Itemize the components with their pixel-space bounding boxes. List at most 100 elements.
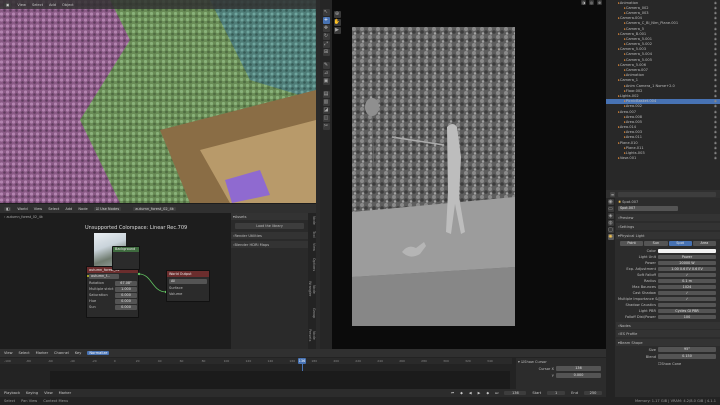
tab-group[interactable]: Group	[308, 305, 316, 321]
visibility-icon[interactable]: ◉	[714, 47, 720, 51]
show-cursor-row[interactable]: ▾ ☑ Show Cursor	[516, 358, 606, 365]
overlay-icon[interactable]: ◎	[589, 0, 594, 5]
show-cone-row[interactable]: ☐ Show Cone	[616, 360, 720, 367]
property-value[interactable]: 20000 W	[658, 260, 716, 266]
tab-node[interactable]: Node	[308, 213, 316, 228]
scene-tab-icon[interactable]: ◈	[607, 213, 614, 219]
visibility-icon[interactable]: ◉	[714, 84, 720, 88]
inset-tool-icon[interactable]: ▥	[322, 99, 330, 106]
visibility-icon[interactable]: ◉	[714, 120, 720, 124]
property-value[interactable]: 1.00 0.6 EV 0.6 EV	[658, 266, 716, 272]
jump-start-icon[interactable]: ⏮	[451, 391, 454, 395]
light-type-point[interactable]: Point	[620, 241, 644, 246]
background-node[interactable]: Background	[112, 246, 140, 270]
transform-tool-icon[interactable]: ⊞	[322, 49, 330, 56]
visibility-icon[interactable]: ◉	[714, 52, 720, 56]
world-selector[interactable]: autumn_forest_02_4k	[133, 206, 176, 211]
zoom-icon[interactable]: ⊕	[333, 11, 341, 18]
visibility-icon[interactable]: ◉	[714, 63, 720, 67]
pan-icon[interactable]: ✋	[333, 19, 341, 26]
section-ies[interactable]: › IES Profile	[616, 330, 720, 337]
world-tab-icon[interactable]: ◍	[607, 220, 614, 226]
menu-key[interactable]: Key	[75, 351, 82, 355]
play-reverse-icon[interactable]: ◀	[469, 391, 472, 395]
output-socket-volume[interactable]: Volume	[167, 291, 209, 297]
menu-view[interactable]: View	[17, 3, 26, 7]
tab-view[interactable]: View	[308, 240, 316, 254]
camera-icon[interactable]: ▶	[333, 27, 341, 34]
light-type-area[interactable]: Area	[692, 241, 716, 246]
tex-field-value[interactable]: 67.08°	[115, 280, 137, 286]
load-library-button[interactable]: Load the library	[235, 223, 304, 229]
visibility-icon[interactable]: ◉	[714, 141, 720, 145]
camera-viewport[interactable]: ◑ ◎ ⊕ ⊕ ✋ ▶	[332, 0, 606, 349]
node-editor[interactable]: ◧ World View Select Add Node ☑ Use Nodes…	[0, 204, 316, 349]
gizmo-icon[interactable]: ⊕	[597, 0, 602, 5]
light-type-sun[interactable]: Sun	[644, 241, 668, 246]
tex-field-value[interactable]: 1.000	[115, 286, 137, 292]
light-type-spot[interactable]: Spot	[668, 241, 692, 246]
loopcut-tool-icon[interactable]: ◫	[322, 115, 330, 122]
measure-tool-icon[interactable]: ⊿	[322, 70, 330, 77]
end-frame-field[interactable]: 250	[584, 391, 602, 395]
menu-world[interactable]: World	[17, 207, 27, 211]
cursor-tool-icon[interactable]: +	[322, 17, 330, 24]
viewport-shading-icon[interactable]: ◑	[581, 0, 586, 5]
section-physical-light[interactable]: ▾ Physical Light	[616, 232, 720, 239]
menu-add[interactable]: Add	[49, 3, 56, 7]
play-icon[interactable]: ▶	[478, 391, 481, 395]
menu-view[interactable]: View	[4, 351, 13, 355]
normalize-toggle[interactable]: Normalize	[87, 351, 110, 355]
editor-type-button[interactable]: ▣	[4, 2, 12, 7]
visibility-icon[interactable]: ◉	[714, 135, 720, 139]
section-settings[interactable]: › Settings	[616, 223, 720, 230]
menu-view[interactable]: View	[34, 207, 43, 211]
visibility-icon[interactable]: ◉	[714, 58, 720, 62]
visibility-icon[interactable]: ◉	[714, 130, 720, 134]
object-tab-icon[interactable]: ▢	[607, 227, 614, 233]
sidebar-item-hdri-maps[interactable]: › Blender HDRI Maps	[231, 241, 308, 248]
viewport-3d[interactable]: ▣ View Select Add Object ...	[0, 0, 316, 203]
visibility-icon[interactable]: ◉	[714, 42, 720, 46]
scale-tool-icon[interactable]: ⤢	[322, 41, 330, 48]
property-value[interactable]: Power	[658, 254, 716, 260]
visibility-icon[interactable]: ◉	[714, 11, 720, 15]
cursor-y-field[interactable]: 0.000	[556, 373, 601, 378]
beam-blend-field[interactable]: 0.150	[658, 354, 716, 359]
marker-menu[interactable]: Marker	[59, 391, 71, 395]
playback-menu[interactable]: Playback	[4, 391, 20, 395]
visibility-icon[interactable]: ◉	[714, 21, 720, 25]
jump-end-icon[interactable]: ⏭	[495, 391, 498, 395]
world-output-node[interactable]: World Output All Surface Volume	[166, 270, 210, 302]
light-datablock-field[interactable]: Spot.007	[618, 206, 678, 211]
select-tool-icon[interactable]: ↖	[322, 9, 330, 16]
beam-size-field[interactable]: 95°	[658, 347, 716, 352]
extrude-tool-icon[interactable]: ▤	[322, 91, 330, 98]
add-cube-icon[interactable]: ▣	[322, 78, 330, 85]
visibility-icon[interactable]: ◉	[714, 68, 720, 72]
menu-object[interactable]: Object	[62, 3, 74, 7]
view-menu[interactable]: View	[44, 391, 53, 395]
tab-options[interactable]: Options	[308, 255, 316, 274]
light-property-row[interactable]: Falloff Dist/Power 100	[616, 314, 720, 320]
cursor-x-row[interactable]: Cursor X 136	[516, 365, 606, 372]
timeline-ruler[interactable]: -100 -80 -60 -40 -20 0 20 40 60 80 100 120 140 160 180…	[0, 358, 512, 364]
property-value[interactable]: ✓	[658, 272, 716, 278]
visibility-icon[interactable]: ◉	[714, 151, 720, 155]
property-value[interactable]: ✓	[658, 290, 716, 296]
output-tab-icon[interactable]: ▭	[607, 206, 614, 212]
visibility-icon[interactable]: ◉	[714, 156, 720, 160]
properties-search[interactable]	[618, 191, 716, 197]
tex-image-field[interactable]: autumn_f...	[89, 274, 119, 279]
use-nodes-checkbox[interactable]: ☑ Use Nodes	[93, 206, 122, 211]
render-tab-icon[interactable]: ◉	[607, 199, 614, 205]
visibility-icon[interactable]: ◉	[714, 146, 720, 150]
menu-select[interactable]: Select	[48, 207, 59, 211]
tex-field-value[interactable]: 0.000	[115, 304, 137, 310]
tab-node-wrangler[interactable]: Node Wrangler	[308, 274, 316, 305]
property-value[interactable]	[658, 248, 716, 254]
properties-type-icon[interactable]: ≡	[610, 191, 615, 197]
tex-field-row[interactable]: Sun 0.000	[87, 304, 138, 310]
visibility-icon[interactable]: ◉	[714, 94, 720, 98]
menu-add[interactable]: Add	[65, 207, 72, 211]
